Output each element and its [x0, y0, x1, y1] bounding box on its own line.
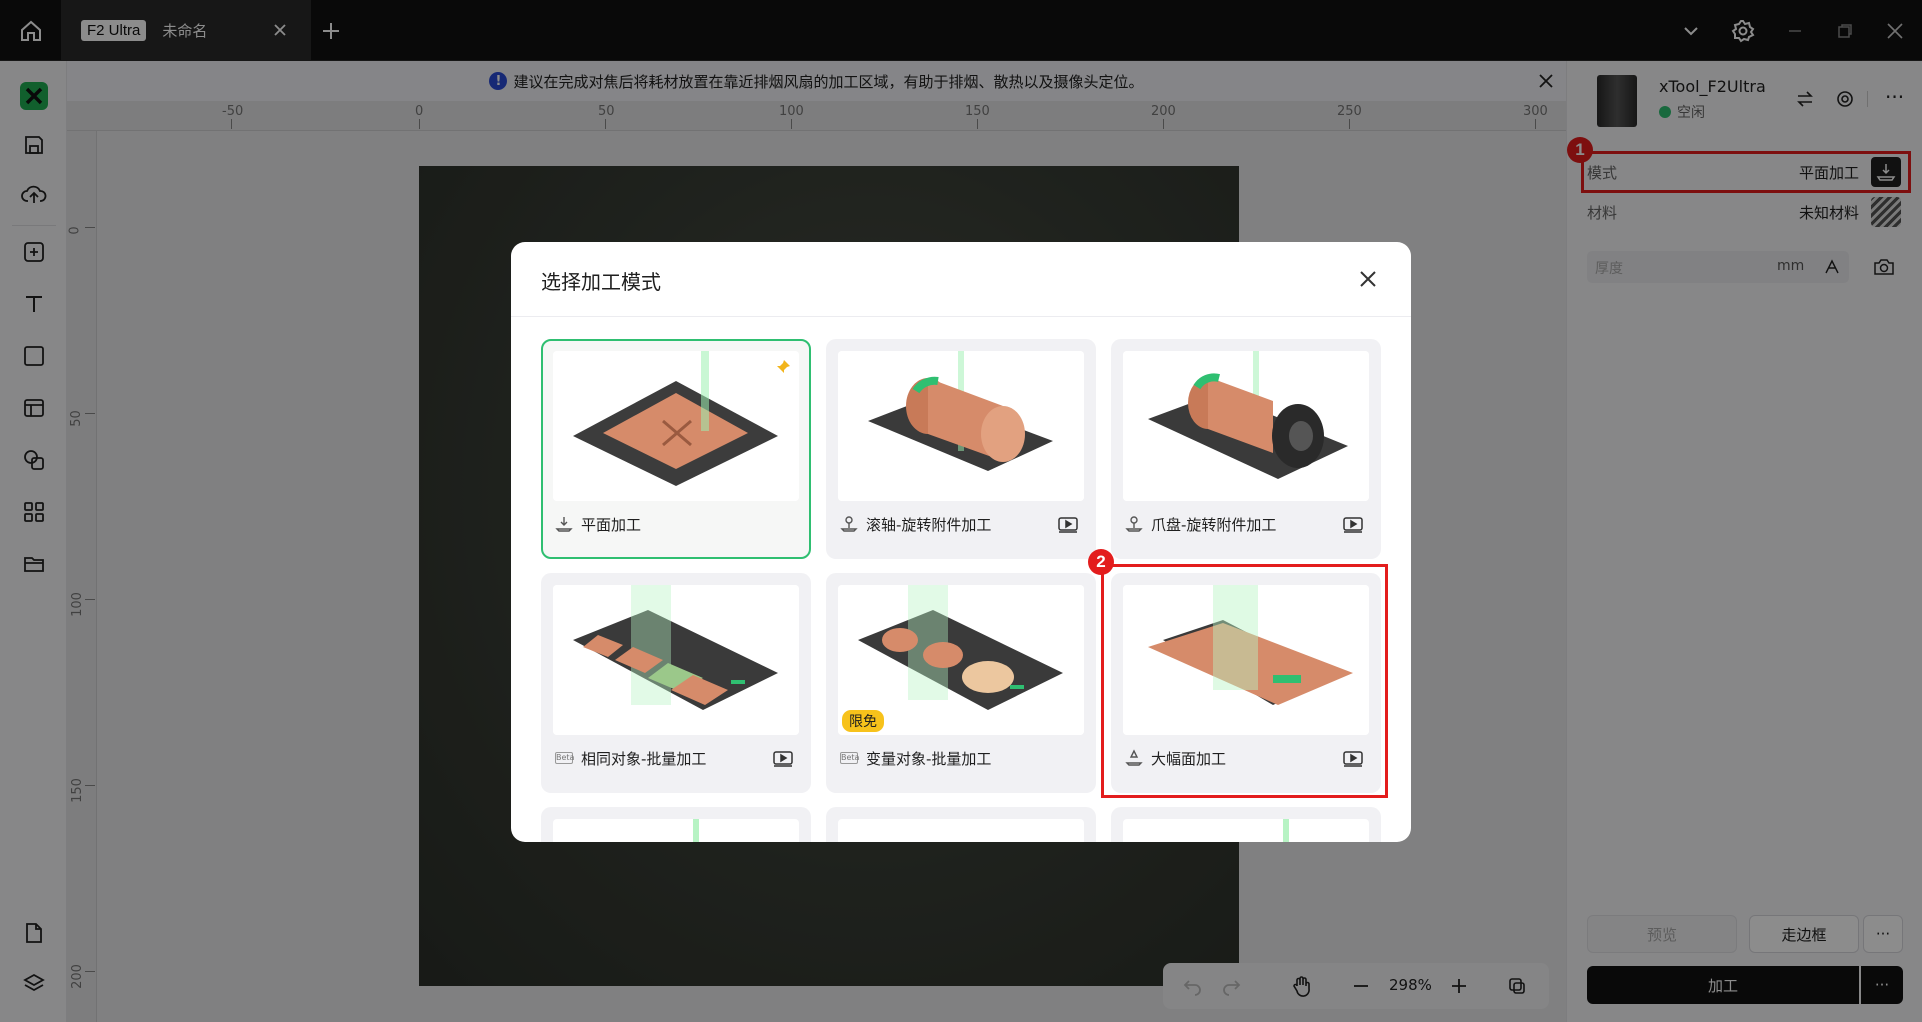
mode-card-label: 滚轴-旋转附件加工 — [866, 516, 992, 534]
mode-grid: 平面加工 滚轴-旋转附件加工 爪盘-旋转附件加工 Beta 相同对象-批量加工 … — [511, 317, 1411, 842]
mode-thumbnail — [1123, 351, 1369, 501]
mode-thumbnail — [553, 819, 799, 842]
annotation-marker-2: 2 — [1088, 549, 1114, 575]
rotary-mode-icon — [1125, 516, 1143, 532]
mode-card-partial[interactable] — [541, 807, 811, 842]
pin-icon[interactable] — [775, 359, 791, 375]
mode-card-batch-variable[interactable]: 限免 Beta 变量对象-批量加工 — [826, 573, 1096, 793]
mode-card-label: 平面加工 — [581, 516, 642, 534]
mode-thumbnail — [838, 819, 1084, 842]
video-tutorial-icon[interactable] — [1058, 517, 1078, 533]
beta-icon: Beta — [555, 752, 575, 764]
close-icon[interactable] — [1355, 266, 1381, 292]
rotary-mode-icon — [840, 516, 858, 532]
process-mode-dialog: 选择加工模式 平面加工 滚轴-旋转附件加工 爪盘-旋转附件加工 Beta 相同对… — [511, 242, 1411, 842]
mode-thumbnail — [1123, 819, 1369, 842]
mode-card-partial[interactable] — [826, 807, 1096, 842]
large-format-icon — [1125, 749, 1143, 766]
video-tutorial-icon[interactable] — [773, 751, 793, 767]
mode-card-large-format[interactable]: 大幅面加工 — [1111, 573, 1381, 793]
video-tutorial-icon[interactable] — [1343, 751, 1363, 767]
video-tutorial-icon[interactable] — [1343, 517, 1363, 533]
mode-card-label: 变量对象-批量加工 — [866, 750, 992, 768]
mode-card-batch-same[interactable]: Beta 相同对象-批量加工 — [541, 573, 811, 793]
dialog-title: 选择加工模式 — [541, 270, 661, 294]
mode-card-roller-rotary[interactable]: 滚轴-旋转附件加工 — [826, 339, 1096, 559]
mode-card-label: 爪盘-旋转附件加工 — [1151, 516, 1277, 534]
free-limited-badge: 限免 — [842, 710, 884, 732]
flat-mode-icon — [555, 517, 573, 532]
mode-thumbnail — [838, 351, 1084, 501]
mode-thumbnail — [553, 351, 799, 501]
mode-card-label: 相同对象-批量加工 — [581, 750, 707, 768]
mode-thumbnail — [1123, 585, 1369, 735]
mode-card-flat[interactable]: 平面加工 — [541, 339, 811, 559]
mode-card-chuck-rotary[interactable]: 爪盘-旋转附件加工 — [1111, 339, 1381, 559]
beta-icon: Beta — [840, 752, 860, 764]
mode-card-label: 大幅面加工 — [1151, 750, 1227, 768]
mode-thumbnail — [553, 585, 799, 735]
mode-card-partial[interactable] — [1111, 807, 1381, 842]
